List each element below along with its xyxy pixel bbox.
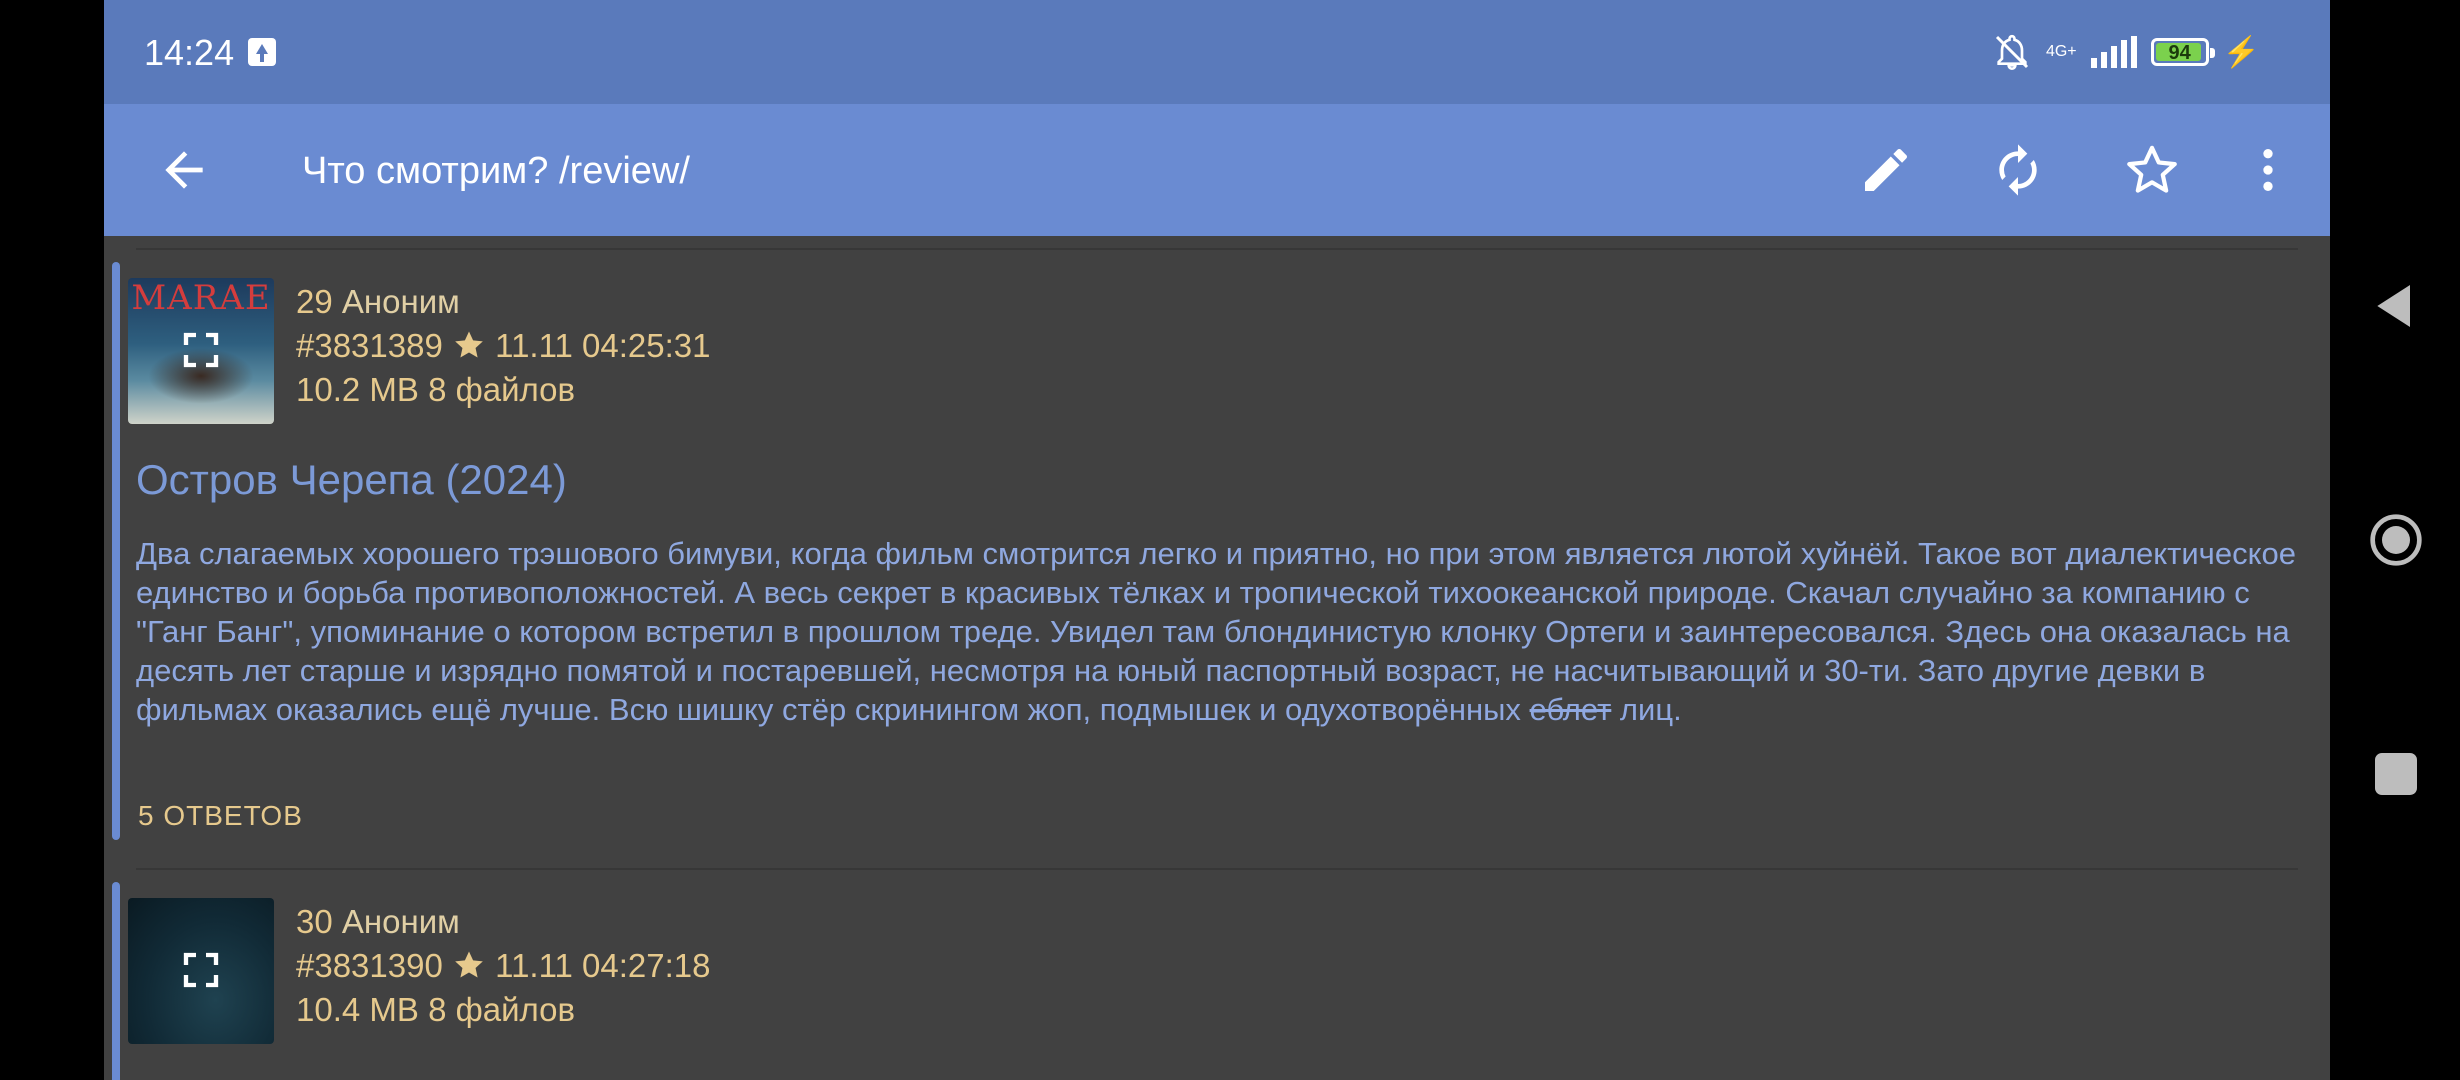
- post-accent-bar: [112, 882, 120, 1080]
- post-header: 29 Аноним #3831389 11.11 04:25:31 10.2 M…: [296, 280, 710, 412]
- more-vert-icon[interactable]: [2240, 142, 2296, 198]
- app-bar: Что смотрим? /review/: [104, 104, 2330, 236]
- star-outline-icon[interactable]: [2124, 142, 2180, 198]
- post-accent-bar: [112, 262, 120, 840]
- post-id[interactable]: #3831390: [296, 947, 443, 984]
- post-number: 29: [296, 283, 333, 320]
- nav-back-icon[interactable]: [2368, 278, 2424, 334]
- post-subject: Остров Черепа (2024): [136, 456, 567, 503]
- divider: [136, 868, 2298, 870]
- status-time: 14:24: [144, 32, 235, 73]
- post-header: 30 Аноним #3831390 11.11 04:27:18 10.4 M…: [296, 900, 710, 1032]
- post-body-strike: еблет: [1529, 692, 1612, 727]
- post-number: 30: [296, 903, 333, 940]
- post-id[interactable]: #3831389: [296, 327, 443, 364]
- post-list[interactable]: MARAE 29 Аноним #3831389 11.11 04:25:31 …: [104, 236, 2330, 1080]
- star-icon: [455, 951, 483, 978]
- pencil-icon[interactable]: [1858, 142, 1914, 198]
- post-body-end: лиц.: [1611, 692, 1682, 727]
- nav-recents-icon[interactable]: [2368, 746, 2424, 802]
- post-files: 10.4 MB 8 файлов: [296, 991, 576, 1028]
- star-icon: [455, 331, 483, 358]
- charging-icon: ⚡: [2222, 35, 2260, 69]
- post-author: Аноним: [341, 903, 460, 940]
- post-thumbnail[interactable]: [128, 898, 274, 1044]
- battery-level: 94: [2168, 42, 2191, 64]
- post-author: Аноним: [341, 283, 460, 320]
- post-files: 10.2 MB 8 файлов: [296, 371, 576, 408]
- thumbnail-title: MARAE: [131, 278, 271, 318]
- replies-button[interactable]: 5 ОТВЕТОВ: [138, 800, 303, 832]
- upload-icon: [248, 38, 276, 66]
- navigation-bar: [2330, 0, 2460, 1080]
- post-30[interactable]: 30 Аноним #3831390 11.11 04:27:18 10.4 M…: [104, 874, 2330, 1080]
- post-date: 11.11 04:27:18: [495, 947, 711, 984]
- signal-icon: [2090, 36, 2137, 68]
- page-title: Что смотрим? /review/: [302, 150, 690, 192]
- post-body-text: Два слагаемых хорошего трэшового бимуви,…: [136, 536, 2296, 727]
- expand-icon: [183, 332, 219, 368]
- refresh-icon[interactable]: [1990, 142, 2046, 198]
- post-29[interactable]: MARAE 29 Аноним #3831389 11.11 04:25:31 …: [104, 254, 2330, 854]
- nav-home-icon[interactable]: [2368, 512, 2424, 568]
- expand-icon: [183, 952, 219, 988]
- arrow-left-icon[interactable]: [156, 142, 212, 198]
- status-icons: 4G+ 94 ⚡: [1992, 32, 2260, 72]
- bell-muted-icon: [1995, 34, 2029, 71]
- divider: [136, 248, 2298, 250]
- post-body: Два слагаемых хорошего трэшового бимуви,…: [136, 534, 2296, 729]
- battery-icon: 94: [2150, 38, 2215, 66]
- post-thumbnail[interactable]: MARAE: [128, 278, 274, 424]
- post-date: 11.11 04:25:31: [495, 327, 711, 364]
- network-type: 4G+: [2045, 43, 2077, 60]
- status-bar: 14:24 4G+ 94 ⚡: [104, 0, 2330, 104]
- screen: 14:24 4G+ 94 ⚡ Что смотрим? /review/ MAR…: [104, 0, 2330, 1080]
